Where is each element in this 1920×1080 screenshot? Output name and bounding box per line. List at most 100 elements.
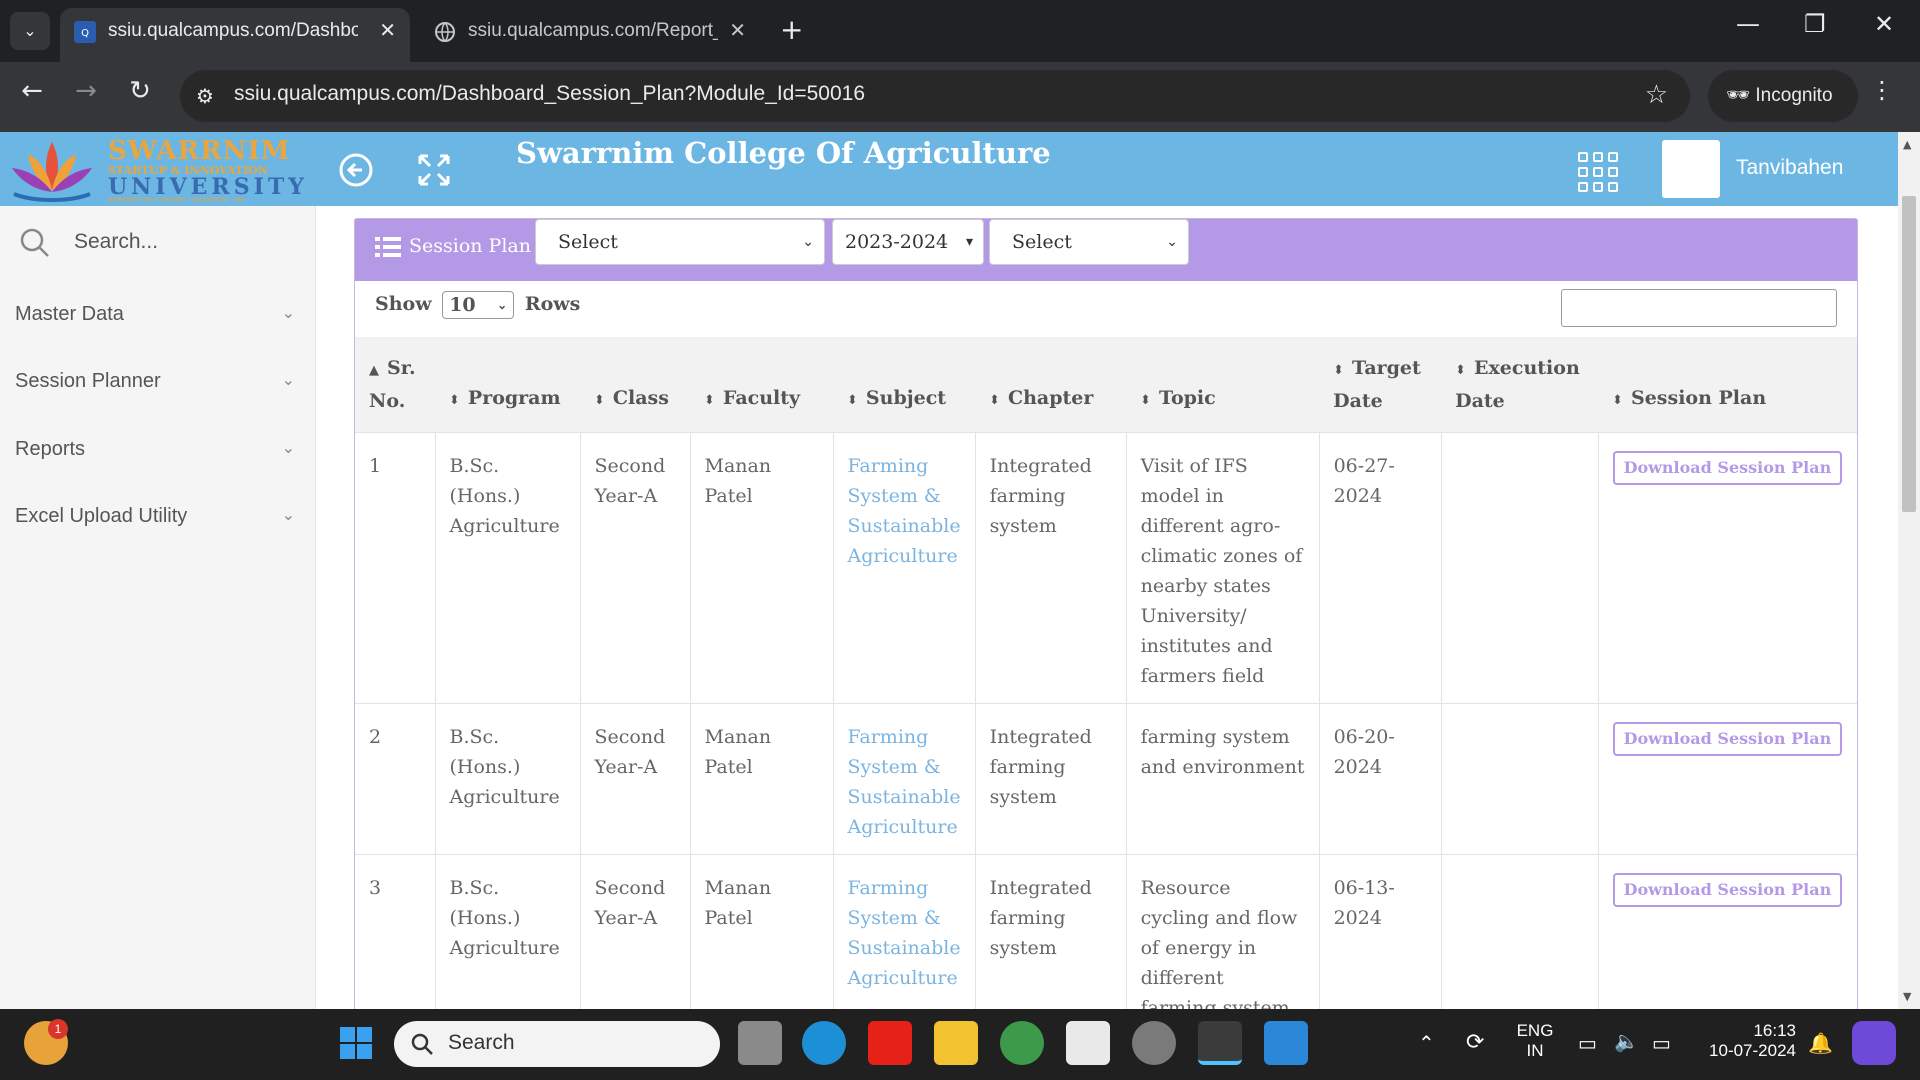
rows-label: Rows: [524, 293, 581, 315]
taskbar-search-label: Search: [448, 1031, 515, 1054]
col-faculty[interactable]: ⬍ Faculty: [690, 337, 833, 433]
scroll-up-icon[interactable]: ▲: [1903, 138, 1911, 151]
download-session-plan-button[interactable]: Download Session Plan: [1612, 722, 1843, 756]
new-tab-button[interactable]: +: [780, 12, 803, 48]
minimize-icon[interactable]: —: [1736, 10, 1760, 38]
battery-icon[interactable]: ▭: [1652, 1031, 1671, 1056]
col-chapter[interactable]: ⬍ Chapter: [975, 337, 1127, 433]
settings-gear-icon[interactable]: [1132, 1021, 1176, 1065]
cell-chapter: Integrated farming system: [975, 432, 1127, 704]
taskbar-search[interactable]: Search: [394, 1021, 720, 1067]
close-tab-icon[interactable]: ✕: [729, 8, 746, 54]
edge-browser-icon[interactable]: [802, 1021, 846, 1065]
scroll-down-icon[interactable]: ▼: [1903, 990, 1911, 1003]
tab-report-view[interactable]: ssiu.qualcampus.com/Report_View ✕: [420, 8, 760, 62]
sidebar-item-excel-upload-utility[interactable]: Excel Upload Utility ⌄: [15, 496, 295, 536]
cell-faculty: Manan Patel: [690, 432, 834, 704]
restore-icon[interactable]: ❐: [1804, 10, 1826, 38]
browser-menu-icon[interactable]: ⋮: [1870, 76, 1894, 104]
table-filter-input[interactable]: [1561, 289, 1837, 327]
cell-faculty: Manan Patel: [690, 854, 834, 1009]
cell-topic: Visit of IFS model in different agro-cli…: [1126, 432, 1320, 704]
fullscreen-icon[interactable]: [416, 152, 452, 188]
tab-dashboard[interactable]: Q ssiu.qualcampus.com/Dashboard ✕: [60, 8, 410, 62]
tab-search-button[interactable]: ⌄: [10, 12, 50, 50]
file-explorer-icon[interactable]: [934, 1021, 978, 1065]
youtube-icon[interactable]: [868, 1021, 912, 1065]
microsoft-store-icon[interactable]: [1066, 1021, 1110, 1065]
scrollbar-thumb[interactable]: [1902, 196, 1916, 512]
program-select[interactable]: Select ⌄: [535, 219, 825, 265]
university-logo[interactable]: SWARRNIM STARTUP & INNOVATION UNIVERSITY…: [0, 132, 304, 206]
windows-start-icon[interactable]: [334, 1021, 378, 1065]
col-session-plan[interactable]: ⬍ Session Plan: [1598, 337, 1857, 433]
photos-icon[interactable]: [1264, 1021, 1308, 1065]
cell-action: Download Session Plan: [1598, 703, 1857, 855]
session-plan-table: ▲ Sr. No. ⬍ Program ⬍ Class ⬍ Faculty ⬍ Subje…: [355, 337, 1857, 1009]
chrome-icon[interactable]: [1000, 1021, 1044, 1065]
site-info-icon[interactable]: ⚙: [196, 84, 214, 108]
sync-icon[interactable]: ⟳: [1466, 1029, 1484, 1055]
clock[interactable]: 16:13 10-07-2024: [1698, 1021, 1796, 1061]
sidebar-item-session-planner[interactable]: Session Planner ⌄: [15, 361, 295, 401]
incognito-indicator[interactable]: 🕶 Incognito: [1708, 70, 1858, 122]
rows-per-page-select[interactable]: 10 ⌄: [442, 291, 515, 319]
class-select-value: Select: [1012, 231, 1072, 253]
cell-action: Download Session Plan: [1598, 432, 1857, 704]
windows-taskbar: 1 Search ⌃ ⟳ ENG IN ▭ 🔈 ▭ 16:13 10-07-2024…: [0, 1009, 1920, 1080]
cell-subject-link[interactable]: Farming System & Sustainable Agriculture: [833, 703, 976, 855]
col-subject[interactable]: ⬍ Subject: [833, 337, 976, 433]
cell-sr: 1: [355, 432, 436, 704]
back-icon[interactable]: ←: [12, 76, 52, 106]
sidebar-item-label: Reports: [15, 438, 86, 460]
url-text[interactable]: ssiu.qualcampus.com/Dashboard_Session_Pl…: [234, 82, 865, 106]
reload-icon[interactable]: ↻: [120, 76, 160, 106]
apps-grid-icon[interactable]: [1578, 152, 1618, 192]
session-plan-card: Session Plan Select ⌄ 2023-2024 ▾ Select ⌄ …: [354, 218, 1858, 1009]
download-session-plan-button[interactable]: Download Session Plan: [1612, 451, 1843, 485]
network-icon[interactable]: ▭: [1578, 1031, 1597, 1056]
address-toolbar: ← → ↻ ⚙ ssiu.qualcampus.com/Dashboard_Se…: [0, 62, 1920, 132]
volume-icon[interactable]: 🔈: [1614, 1029, 1639, 1054]
cell-subject-link[interactable]: Farming System & Sustainable Agriculture: [833, 432, 976, 704]
session-plan-title-text: Session Plan: [409, 235, 531, 257]
sidebar-search[interactable]: Search...: [18, 224, 298, 264]
back-circle-icon[interactable]: [338, 152, 374, 188]
list-icon: [375, 237, 401, 257]
cell-faculty: Manan Patel: [690, 703, 834, 855]
cell-topic: Resource cycling and flow of energy in d…: [1126, 854, 1320, 1009]
col-target-date[interactable]: ⬍ Target Date: [1319, 337, 1442, 433]
academic-year-select[interactable]: 2023-2024 ▾: [832, 219, 984, 265]
chrome-incognito-icon[interactable]: [1198, 1021, 1242, 1065]
page-scrollbar[interactable]: ▲ ▼: [1898, 132, 1920, 1009]
user-name[interactable]: Tanvibahen: [1736, 156, 1843, 180]
cell-subject-link[interactable]: Farming System & Sustainable Agriculture: [833, 854, 976, 1009]
col-class[interactable]: ⬍ Class: [580, 337, 690, 433]
class-select[interactable]: Select ⌄: [989, 219, 1189, 265]
col-execution-date[interactable]: ⬍ Execution Date: [1441, 337, 1599, 433]
avatar[interactable]: [1662, 140, 1720, 198]
task-view-icon[interactable]: [738, 1021, 782, 1065]
col-topic[interactable]: ⬍ Topic: [1126, 337, 1320, 433]
omnibox[interactable]: ⚙ ssiu.qualcampus.com/Dashboard_Session_…: [180, 70, 1690, 122]
col-sr-no[interactable]: ▲ Sr. No.: [355, 337, 435, 433]
language-indicator[interactable]: ENG IN: [1512, 1021, 1558, 1061]
bookmark-star-icon[interactable]: ☆: [1645, 80, 1668, 110]
cell-sr: 2: [355, 703, 436, 855]
col-label: Subject: [865, 387, 947, 409]
close-window-icon[interactable]: ✕: [1874, 10, 1894, 38]
sidebar-item-master-data[interactable]: Master Data ⌄: [15, 294, 295, 334]
copilot-icon[interactable]: [1852, 1021, 1896, 1065]
forward-icon[interactable]: →: [66, 76, 106, 106]
search-icon: [411, 1033, 433, 1055]
download-session-plan-button[interactable]: Download Session Plan: [1612, 873, 1843, 907]
cell-chapter: Integrated farming system: [975, 703, 1127, 855]
sidebar-item-reports[interactable]: Reports ⌄: [15, 429, 295, 469]
bell-icon[interactable]: 🔔: [1808, 1031, 1833, 1056]
search-placeholder: Search...: [74, 230, 159, 253]
chevron-up-icon[interactable]: ⌃: [1418, 1031, 1435, 1056]
close-tab-icon[interactable]: ✕: [379, 8, 396, 54]
col-program[interactable]: ⬍ Program: [435, 337, 580, 433]
sort-icon: ⬍: [989, 393, 1000, 408]
cell-execution-date: [1441, 854, 1599, 1009]
